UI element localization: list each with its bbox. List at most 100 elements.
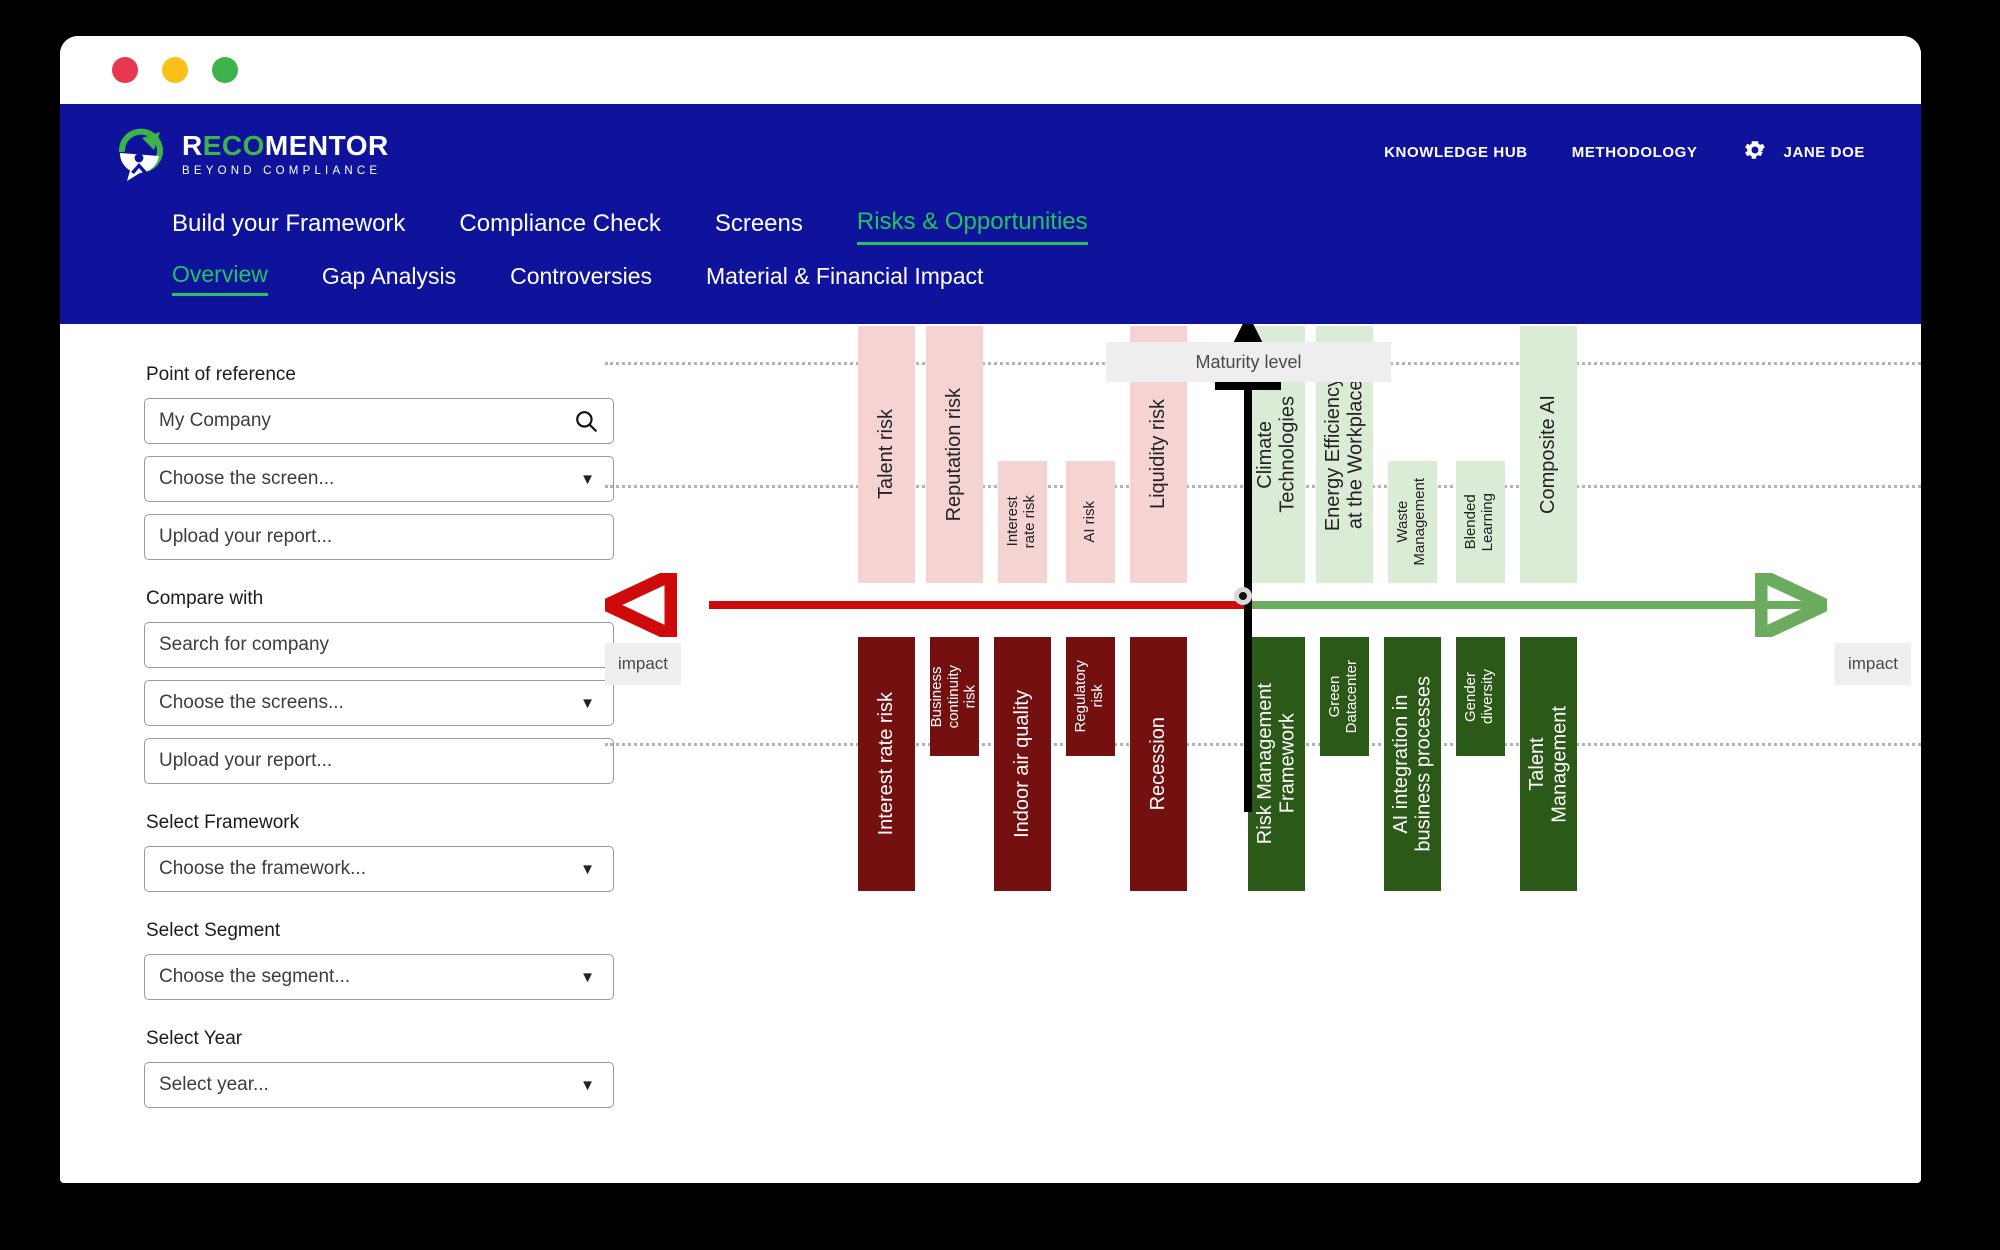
brand-name-part1: R xyxy=(182,130,203,162)
upload-report-input[interactable]: Upload your report... xyxy=(144,514,614,560)
recomentor-logo-icon xyxy=(116,128,168,182)
chart-bar[interactable]: Risk Management Framework xyxy=(1247,637,1305,891)
year-select-value: Select year... xyxy=(159,1074,269,1095)
nav-screens[interactable]: Screens xyxy=(715,210,803,244)
screens-select-value: Choose the screens... xyxy=(159,692,344,713)
impact-axis-right-arrow-icon xyxy=(1755,573,1827,637)
chart-bar[interactable]: Blended Learning xyxy=(1455,461,1505,583)
brand-logo[interactable]: RECOMENTOR BEYOND COMPLIANCE xyxy=(116,128,389,182)
main-navigation: Build your Framework Compliance Check Sc… xyxy=(60,182,1921,245)
impact-axis-negative xyxy=(709,601,1248,609)
chart-bar[interactable]: Gender diversity xyxy=(1455,637,1505,756)
chart-bar[interactable]: Interest rate risk xyxy=(997,461,1047,583)
tab-controversies[interactable]: Controversies xyxy=(510,263,652,295)
framework-select[interactable]: Choose the framework... ▼ xyxy=(144,846,614,892)
screen-select-value: Choose the screen... xyxy=(159,468,335,489)
chart-bar[interactable]: Indoor air quality xyxy=(993,637,1051,891)
compare-upload-value: Upload your report... xyxy=(159,750,333,771)
chart-bar-label: Energy Efficiency at the Workplace xyxy=(1321,377,1366,532)
impact-axis-positive xyxy=(1248,601,1817,609)
gear-icon[interactable] xyxy=(1742,137,1768,168)
user-name-label[interactable]: JANE DOE xyxy=(1784,144,1866,161)
window-titlebar xyxy=(60,36,1921,104)
chart-bar[interactable]: Composite AI xyxy=(1519,326,1577,583)
chart-bar-label: Recession xyxy=(1146,717,1169,811)
chart-bar-label: Indoor air quality xyxy=(1010,690,1033,838)
segment-select[interactable]: Choose the segment... ▼ xyxy=(144,954,614,1000)
chart-bar[interactable]: AI risk xyxy=(1065,461,1115,583)
chart-bar-label: Composite AI xyxy=(1536,395,1559,514)
tab-overview[interactable]: Overview xyxy=(172,261,268,296)
compare-company-input[interactable]: Search for company xyxy=(144,622,614,668)
search-icon[interactable] xyxy=(573,408,599,434)
maximize-button[interactable] xyxy=(212,57,238,83)
tab-material-financial-impact[interactable]: Material & Financial Impact xyxy=(706,263,983,295)
chart-bar[interactable]: Business continuity risk xyxy=(929,637,979,756)
filters-sidebar: Point of reference My Company Choose the… xyxy=(60,324,614,1183)
sub-navigation: Overview Gap Analysis Controversies Mate… xyxy=(60,245,1921,296)
framework-select-value: Choose the framework... xyxy=(159,858,366,879)
chart-bar[interactable]: AI integration in business processes xyxy=(1383,637,1441,891)
chevron-down-icon[interactable]: ▼ xyxy=(580,471,595,488)
chart-bar[interactable]: Talent Management xyxy=(1519,637,1577,891)
chart-bar[interactable]: Talent risk xyxy=(857,326,915,583)
label-select-segment: Select Segment xyxy=(146,920,281,941)
chart-bar-label: Business continuity risk xyxy=(929,664,979,729)
chart-bar-label: Green Datacenter xyxy=(1326,659,1360,734)
nav-compliance-check[interactable]: Compliance Check xyxy=(459,210,660,244)
chart-bar-label: Waste Management xyxy=(1394,478,1428,566)
compare-company-value: Search for company xyxy=(159,634,330,655)
chart-bar-label: AI risk xyxy=(1080,501,1098,543)
upload-report-value: Upload your report... xyxy=(159,526,333,547)
label-compare-with: Compare with xyxy=(146,588,264,609)
maturity-level-label: Maturity level xyxy=(1106,342,1391,382)
chevron-down-icon[interactable]: ▼ xyxy=(580,1077,595,1094)
user-menu[interactable]: JANE DOE xyxy=(1742,137,1866,168)
chart-bar-label: Blended Learning xyxy=(1462,492,1496,552)
compare-upload-input[interactable]: Upload your report... xyxy=(144,738,614,784)
app-header: RECOMENTOR BEYOND COMPLIANCE KNOWLEDGE H… xyxy=(60,104,1921,324)
company-search-value: My Company xyxy=(159,410,271,431)
chart-bar[interactable]: Green Datacenter xyxy=(1319,637,1369,756)
chart-bar[interactable]: Waste Management xyxy=(1387,461,1437,583)
nav-build-your-framework[interactable]: Build your Framework xyxy=(172,210,405,244)
screens-select[interactable]: Choose the screens... ▼ xyxy=(144,680,614,726)
chart-bar-label: Interest rate risk xyxy=(874,692,897,836)
chevron-down-icon[interactable]: ▼ xyxy=(580,969,595,986)
brand-wordmark: RECOMENTOR BEYOND COMPLIANCE xyxy=(182,132,389,178)
label-select-year: Select Year xyxy=(146,1028,243,1049)
year-select[interactable]: Select year... ▼ xyxy=(144,1062,614,1108)
header-links: KNOWLEDGE HUB METHODOLOGY JANE DOE xyxy=(1384,137,1865,174)
knowledge-hub-link[interactable]: KNOWLEDGE HUB xyxy=(1384,144,1528,161)
chart-bar-label: Reputation risk xyxy=(942,387,965,522)
company-search-input[interactable]: My Company xyxy=(144,398,614,444)
impact-label-right: impact xyxy=(1835,643,1911,685)
impact-axis-left-arrow-icon xyxy=(605,573,677,637)
chart-bar-label: Risk Management Framework xyxy=(1253,683,1298,845)
minimize-button[interactable] xyxy=(162,57,188,83)
label-point-of-reference: Point of reference xyxy=(146,364,296,385)
chart-bar-label: Gender diversity xyxy=(1462,668,1496,724)
chart-bar[interactable]: Interest rate risk xyxy=(857,637,915,891)
chart-bar[interactable]: Reputation risk xyxy=(925,326,983,583)
label-select-framework: Select Framework xyxy=(146,812,300,833)
methodology-link[interactable]: METHODOLOGY xyxy=(1572,144,1698,161)
chart-bar-label: Regulatory risk xyxy=(1072,660,1106,733)
segment-select-value: Choose the segment... xyxy=(159,966,351,987)
chart-origin-dot xyxy=(1234,587,1252,605)
chevron-down-icon[interactable]: ▼ xyxy=(580,695,595,712)
chart-bar[interactable]: Recession xyxy=(1129,637,1187,891)
brand-name-part2: ECO xyxy=(202,130,265,162)
screen-select[interactable]: Choose the screen... ▼ xyxy=(144,456,614,502)
chart-bar-label: Talent Management xyxy=(1525,705,1570,823)
header-top-row: RECOMENTOR BEYOND COMPLIANCE KNOWLEDGE H… xyxy=(60,104,1921,182)
tab-gap-analysis[interactable]: Gap Analysis xyxy=(322,263,456,295)
page-content: Point of reference My Company Choose the… xyxy=(60,324,1921,1183)
chart-bar-label: Interest rate risk xyxy=(1004,495,1038,549)
chart-bar-label: Liquidity risk xyxy=(1146,399,1169,510)
close-button[interactable] xyxy=(112,57,138,83)
chart-bar[interactable]: Regulatory risk xyxy=(1065,637,1115,756)
chart-bar-label: AI integration in business processes xyxy=(1389,676,1434,852)
chevron-down-icon[interactable]: ▼ xyxy=(580,861,595,878)
nav-risks-and-opportunities[interactable]: Risks & Opportunities xyxy=(856,208,1088,245)
